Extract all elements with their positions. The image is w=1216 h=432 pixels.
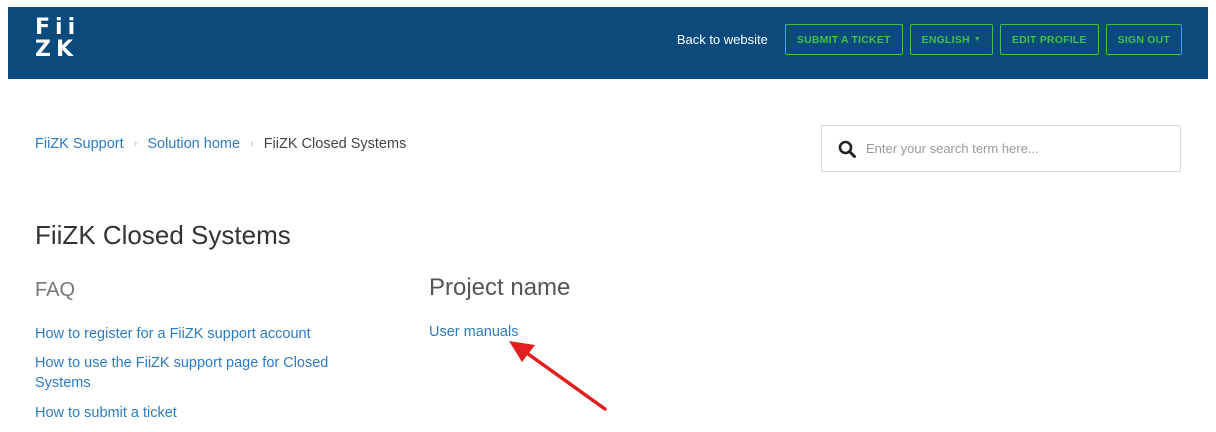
edit-profile-button[interactable]: EDIT PROFILE	[999, 24, 1099, 55]
logo-line-2: ZK	[35, 37, 78, 62]
search-input[interactable]	[864, 140, 1180, 157]
fiizk-logo[interactable]: Fii ZK	[35, 17, 80, 61]
sign-out-label: SIGN OUT	[1117, 33, 1170, 46]
search-box[interactable]	[821, 125, 1181, 172]
search-icon[interactable]	[838, 140, 856, 158]
breadcrumb: FiiZK Support › Solution home › FiiZK Cl…	[35, 136, 406, 152]
breadcrumb-separator-icon: ›	[250, 138, 254, 150]
page-title: FiiZK Closed Systems	[35, 220, 291, 250]
back-to-website-link[interactable]: Back to website	[677, 32, 768, 47]
list-item: How to use the FiiZK support page for Cl…	[35, 353, 375, 393]
list-item: How to submit a ticket	[35, 403, 375, 423]
top-navigation-bar: Fii ZK Back to website SUBMIT A TICKET E…	[8, 7, 1208, 79]
article-link[interactable]: How to register for a FiiZK support acco…	[35, 326, 311, 342]
caret-down-icon: ▼	[973, 36, 981, 43]
faq-article-list: How to register for a FiiZK support acco…	[35, 324, 375, 432]
language-label: ENGLISH	[921, 33, 970, 46]
breadcrumb-solution-home[interactable]: Solution home	[147, 136, 240, 152]
arrow-annotation-icon	[509, 341, 607, 411]
article-link[interactable]: How to use the FiiZK support page for Cl…	[35, 355, 328, 391]
edit-profile-label: EDIT PROFILE	[1011, 33, 1087, 46]
sign-out-button[interactable]: SIGN OUT	[1105, 24, 1182, 55]
article-link[interactable]: How to submit a ticket	[35, 405, 177, 421]
breadcrumb-fiizk-support[interactable]: FiiZK Support	[35, 136, 124, 152]
header-nav: Back to website SUBMIT A TICKET ENGLISH …	[677, 24, 1182, 55]
breadcrumb-current-page: FiiZK Closed Systems	[263, 136, 407, 152]
breadcrumb-separator-icon: ›	[133, 138, 138, 150]
submit-ticket-button[interactable]: SUBMIT A TICKET	[784, 24, 903, 55]
language-dropdown[interactable]: ENGLISH ▼	[909, 24, 993, 55]
project-section-heading: Project name	[429, 274, 571, 301]
list-item: How to register for a FiiZK support acco…	[35, 324, 375, 344]
submit-ticket-label: SUBMIT A TICKET	[796, 33, 891, 46]
logo-line-1: Fii	[35, 15, 81, 40]
faq-section-heading: FAQ	[35, 279, 76, 301]
